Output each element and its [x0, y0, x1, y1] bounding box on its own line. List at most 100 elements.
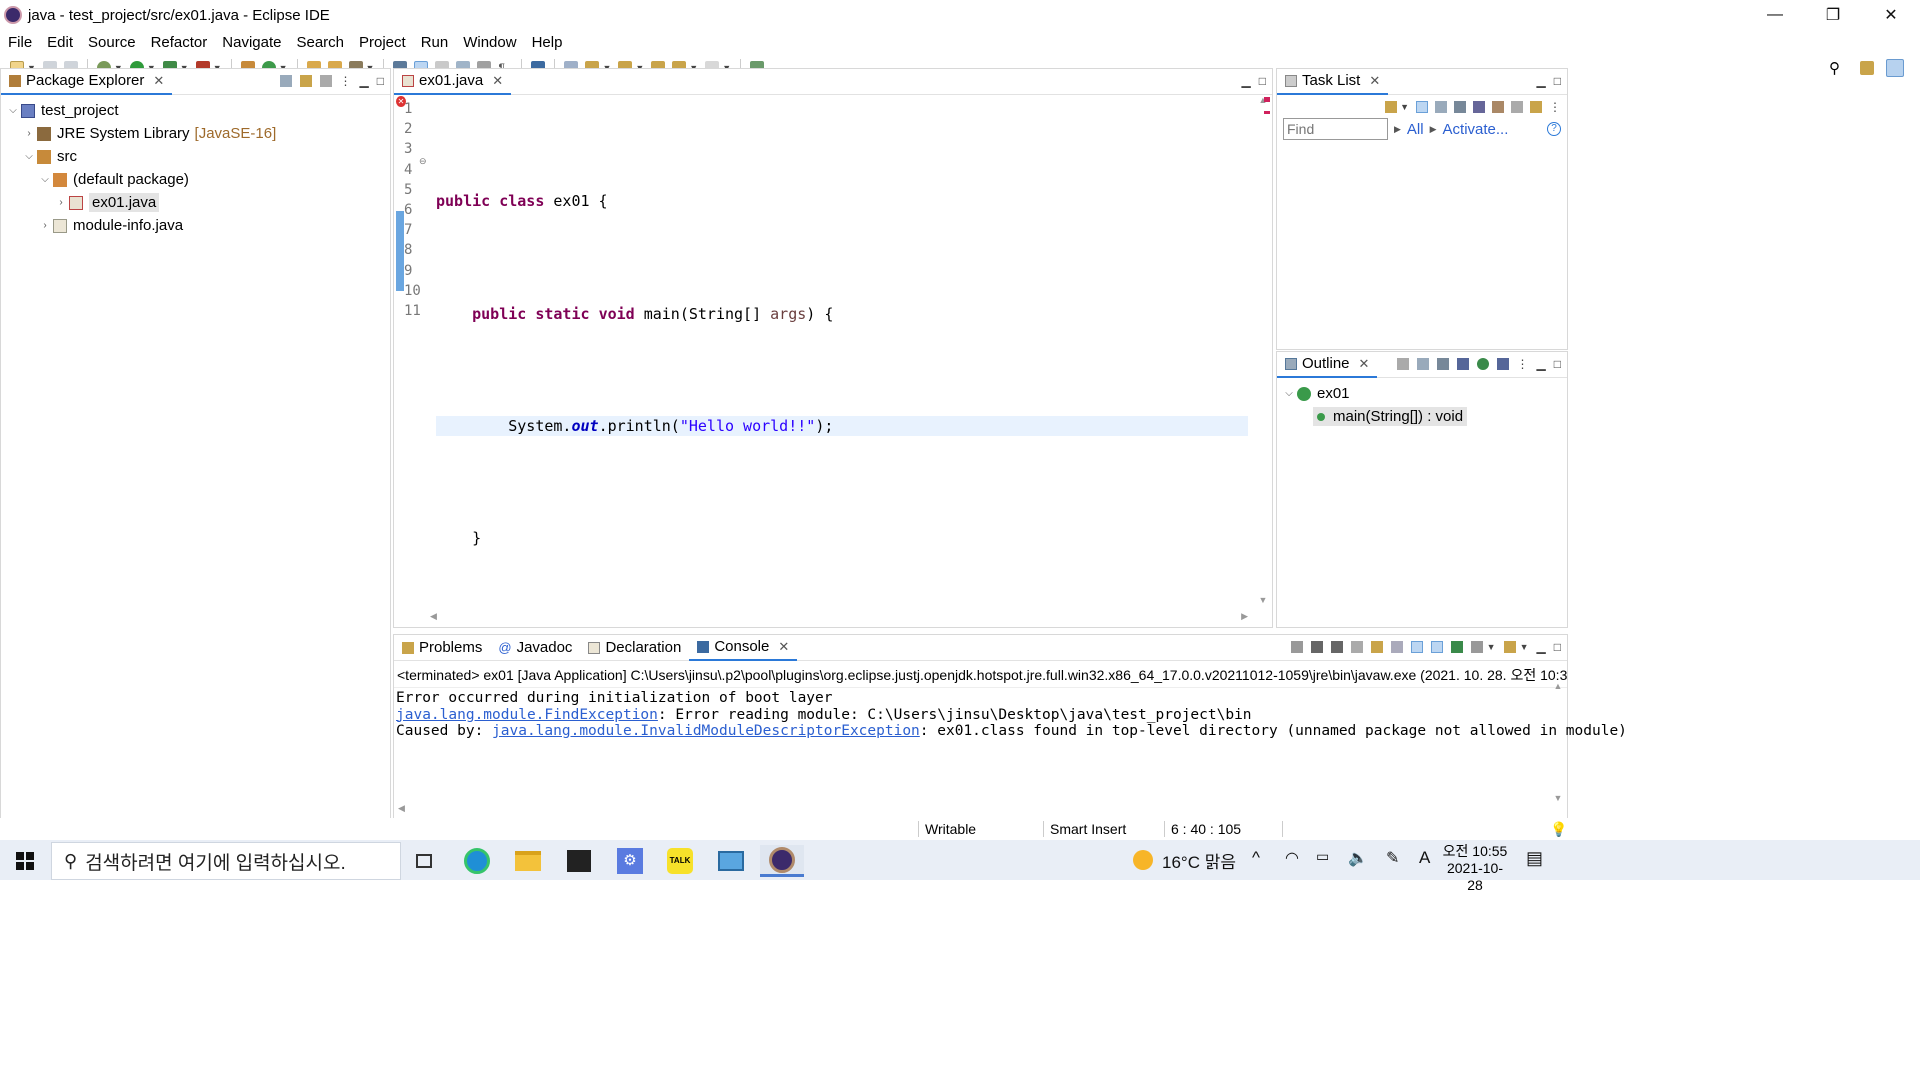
- menu-refactor[interactable]: Refactor: [151, 34, 208, 51]
- view-menu-icon[interactable]: ⋮: [1549, 100, 1561, 114]
- menu-file[interactable]: File: [8, 34, 32, 51]
- windows-start-icon[interactable]: [16, 852, 34, 870]
- code-line[interactable]: [436, 472, 1248, 492]
- minimize-view-icon[interactable]: ▁: [1537, 640, 1546, 654]
- outline-item-class[interactable]: ⌵ ex01: [1277, 382, 1567, 405]
- close-icon[interactable]: ✕: [778, 639, 789, 655]
- minimize-view-icon[interactable]: ▁: [360, 74, 369, 88]
- menu-edit[interactable]: Edit: [47, 34, 73, 51]
- maximize-view-icon[interactable]: □: [1259, 74, 1266, 88]
- link-with-editor-icon[interactable]: [299, 75, 312, 87]
- focus-icon[interactable]: [1492, 101, 1504, 113]
- minimize-view-icon[interactable]: ▁: [1242, 74, 1251, 88]
- lightbulb-icon[interactable]: 💡: [1550, 821, 1567, 838]
- file-explorer-icon[interactable]: [506, 845, 550, 877]
- console-horizontal-scrollbar[interactable]: ◀: [398, 803, 1547, 817]
- menu-window[interactable]: Window: [463, 34, 516, 51]
- kakaotalk-icon[interactable]: TALK: [658, 845, 702, 877]
- status-insert-mode[interactable]: Smart Insert: [1050, 821, 1126, 837]
- menu-help[interactable]: Help: [532, 34, 563, 51]
- view-menu-icon[interactable]: ⋮: [340, 74, 352, 88]
- horizontal-scrollbar[interactable]: ◀ ▶: [430, 611, 1248, 625]
- chevron-down-icon[interactable]: ⌵: [21, 151, 37, 162]
- tab-task-list[interactable]: Task List ✕: [1277, 69, 1389, 95]
- scheduled-icon[interactable]: [1435, 101, 1447, 113]
- control-panel-icon[interactable]: [709, 845, 753, 877]
- notification-icon[interactable]: ▤: [1526, 848, 1543, 869]
- filter-icon[interactable]: [319, 75, 332, 87]
- console-output[interactable]: Error occurred during initialization of …: [394, 688, 1627, 740]
- chevron-right-icon[interactable]: ›: [21, 128, 37, 139]
- battery-icon[interactable]: ▭: [1316, 848, 1329, 865]
- chevron-right-icon[interactable]: ›: [53, 197, 69, 208]
- display-console-icon[interactable]: [1470, 641, 1483, 653]
- menu-run[interactable]: Run: [421, 34, 449, 51]
- eclipse-taskbar-icon[interactable]: [760, 845, 804, 877]
- code-line[interactable]: [436, 135, 1248, 155]
- close-window-button[interactable]: ✕: [1862, 0, 1920, 30]
- chevron-right-icon[interactable]: ›: [37, 220, 53, 231]
- tree-item-jre-library[interactable]: › JRE System Library [JavaSE-16]: [1, 122, 390, 145]
- open-perspective-icon[interactable]: [1860, 61, 1874, 75]
- new-task-icon[interactable]: [1385, 101, 1398, 113]
- vertical-scrollbar[interactable]: ▲ ▼: [1256, 95, 1270, 605]
- fold-icon[interactable]: ⊖: [419, 156, 427, 167]
- minimize-view-icon[interactable]: ▁: [1537, 357, 1546, 371]
- activate-link[interactable]: Activate...: [1443, 121, 1509, 138]
- collapse-all-icon[interactable]: [1511, 101, 1523, 113]
- code-line-current[interactable]: System.out.println("Hello world!!");: [436, 415, 1248, 437]
- hide-local-types-icon[interactable]: [1496, 358, 1509, 370]
- tab-package-explorer[interactable]: Package Explorer ✕: [1, 69, 173, 95]
- synchronize-icon[interactable]: [1454, 101, 1466, 113]
- close-icon[interactable]: ✕: [1369, 73, 1380, 89]
- edge-icon[interactable]: [455, 845, 499, 877]
- taskbar-search-box[interactable]: ⚲ 검색하려면 여기에 입력하십시오.: [51, 842, 401, 880]
- tab-problems[interactable]: Problems: [394, 635, 490, 661]
- wifi-icon[interactable]: ◠: [1285, 848, 1299, 868]
- code-line[interactable]: public static void main(String[] args) {: [436, 304, 1248, 324]
- remove-all-icon[interactable]: [1330, 641, 1343, 653]
- error-overview-marker[interactable]: [1264, 97, 1270, 102]
- close-icon[interactable]: ✕: [153, 73, 164, 89]
- menu-navigate[interactable]: Navigate: [222, 34, 281, 51]
- all-link[interactable]: All: [1407, 121, 1424, 138]
- pen-icon[interactable]: ✎: [1386, 848, 1399, 868]
- collapse-all-icon[interactable]: [1416, 358, 1429, 370]
- menu-project[interactable]: Project: [359, 34, 406, 51]
- outline-item-method[interactable]: main(String[]) : void: [1277, 405, 1567, 428]
- tree-item-ex01-java[interactable]: › ex01.java: [1, 191, 390, 214]
- tab-declaration[interactable]: Declaration: [580, 635, 689, 661]
- clear-console-icon[interactable]: [1350, 641, 1363, 653]
- exception-link[interactable]: java.lang.module.InvalidModuleDescriptor…: [492, 723, 920, 739]
- pin-console-icon[interactable]: [1450, 641, 1463, 653]
- chevron-up-icon[interactable]: ^: [1252, 848, 1260, 868]
- minimize-view-icon[interactable]: ▁: [1537, 74, 1546, 88]
- java-perspective-icon[interactable]: [1886, 59, 1904, 77]
- tab-ex01-java[interactable]: ex01.java ✕: [394, 69, 512, 95]
- remove-launch-icon[interactable]: [1310, 641, 1323, 653]
- help-icon[interactable]: ?: [1547, 122, 1561, 136]
- volume-icon[interactable]: 🔈: [1348, 848, 1368, 868]
- tab-console[interactable]: Console ✕: [689, 635, 798, 661]
- show-stderr-icon[interactable]: [1430, 641, 1443, 653]
- code-line[interactable]: public class ex01 {: [436, 191, 1248, 211]
- restore-button[interactable]: ❐: [1804, 0, 1862, 30]
- code-line[interactable]: [436, 360, 1248, 380]
- clock[interactable]: 오전 10:55 2021-10-28: [1440, 843, 1510, 894]
- close-icon[interactable]: ✕: [1359, 356, 1370, 372]
- code-line[interactable]: }: [436, 528, 1248, 548]
- chevron-down-icon[interactable]: ⌵: [37, 174, 53, 185]
- store-icon[interactable]: [557, 845, 601, 877]
- find-input[interactable]: [1283, 118, 1388, 140]
- search-icon[interactable]: ⚲: [1829, 59, 1840, 77]
- maximize-view-icon[interactable]: □: [1554, 357, 1561, 371]
- tree-item-test-project[interactable]: ⌵ test_project: [1, 99, 390, 122]
- task-view-icon[interactable]: [402, 845, 446, 877]
- sort-icon[interactable]: [1396, 358, 1409, 370]
- console-vertical-scrollbar[interactable]: ▲ ▼: [1551, 681, 1565, 803]
- link-icon[interactable]: [1530, 101, 1542, 113]
- menu-source[interactable]: Source: [88, 34, 136, 51]
- overview-marker[interactable]: [1264, 111, 1270, 114]
- collapse-all-icon[interactable]: [279, 75, 292, 87]
- tab-javadoc[interactable]: @ Javadoc: [490, 635, 580, 661]
